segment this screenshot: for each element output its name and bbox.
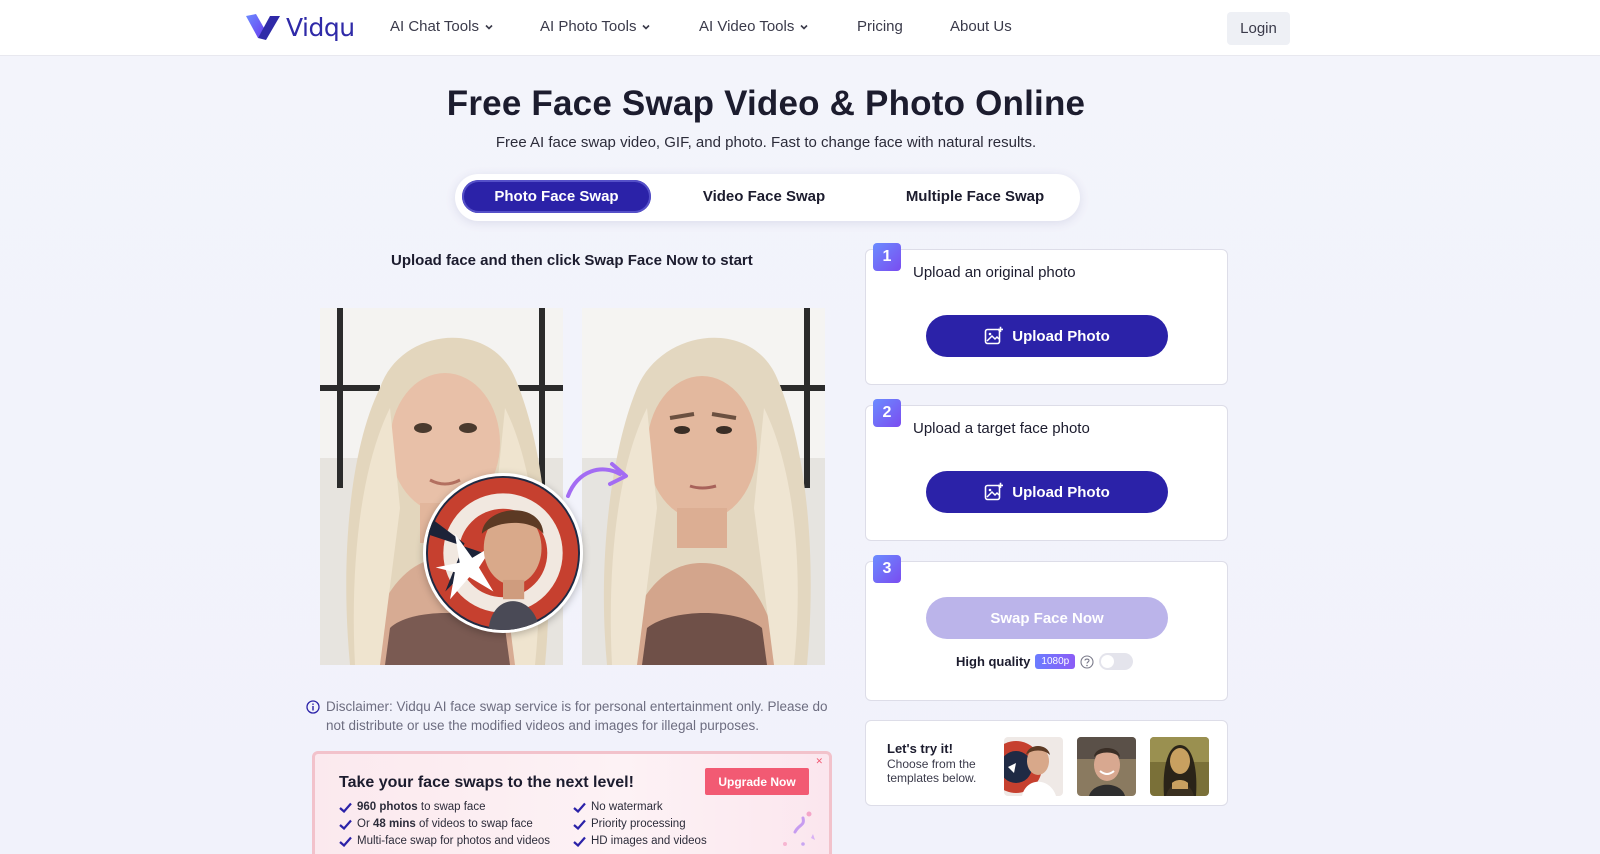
nav-label: AI Chat Tools bbox=[390, 18, 479, 35]
feature-priority: Priority processing bbox=[573, 818, 686, 830]
high-quality-row: High quality 1080p bbox=[956, 653, 1134, 670]
feature-text: No watermark bbox=[591, 801, 663, 813]
nav-label: Pricing bbox=[857, 18, 903, 35]
step-2-card: 2 Upload a target face photo Upload Phot… bbox=[865, 399, 1228, 541]
step-label: Upload a target face photo bbox=[913, 420, 1090, 437]
nav-ai-chat-tools[interactable]: AI Chat Tools bbox=[390, 18, 494, 35]
top-nav: Vidqu AI Chat Tools AI Photo Tools AI Vi… bbox=[0, 0, 1600, 56]
image-upload-icon bbox=[984, 326, 1004, 345]
chevron-down-icon bbox=[485, 24, 493, 30]
swap-face-now-button[interactable]: Swap Face Now bbox=[926, 597, 1168, 639]
resolution-badge: 1080p bbox=[1035, 654, 1076, 669]
nav-ai-video-tools[interactable]: AI Video Tools bbox=[699, 18, 809, 35]
page-subtitle: Free AI face swap video, GIF, and photo.… bbox=[495, 134, 1037, 151]
try-description: Choose from the templates below. bbox=[887, 757, 977, 785]
tab-video-face-swap[interactable]: Video Face Swap bbox=[669, 180, 859, 213]
image-upload-icon bbox=[984, 482, 1004, 501]
step-number: 1 bbox=[873, 243, 901, 271]
check-icon bbox=[573, 836, 586, 847]
step-number: 2 bbox=[873, 399, 901, 427]
face-swap-demo bbox=[320, 308, 825, 666]
nav-label: About Us bbox=[950, 18, 1012, 35]
try-title: Let's try it! bbox=[887, 741, 953, 756]
check-icon bbox=[339, 836, 352, 847]
feature-multi-face: Multi-face swap for photos and videos bbox=[339, 835, 550, 847]
upload-original-photo-button[interactable]: Upload Photo bbox=[926, 315, 1168, 357]
tab-photo-face-swap[interactable]: Photo Face Swap bbox=[462, 180, 651, 213]
nav-about-us[interactable]: About Us bbox=[950, 18, 1012, 35]
page-title: Free Face Swap Video & Photo Online bbox=[446, 84, 1086, 123]
nav-ai-photo-tools[interactable]: AI Photo Tools bbox=[540, 18, 651, 35]
upgrade-promo: Take your face swaps to the next level! … bbox=[312, 751, 832, 854]
feature-text: Priority processing bbox=[591, 818, 686, 830]
templates-card: Let's try it! Choose from the templates … bbox=[865, 720, 1228, 806]
step-number: 3 bbox=[873, 555, 901, 583]
feature-bold: 960 photos bbox=[357, 801, 418, 813]
chevron-down-icon bbox=[642, 24, 651, 30]
feature-no-watermark: No watermark bbox=[573, 801, 663, 813]
template-thumbnail[interactable] bbox=[1150, 737, 1209, 796]
upload-hint: Upload face and then click Swap Face Now… bbox=[391, 252, 753, 269]
vidqu-logo-icon bbox=[246, 14, 280, 40]
feature-photos: 960 photos to swap face bbox=[339, 801, 485, 813]
feature-hd: HD images and videos bbox=[573, 835, 707, 847]
feature-prefix: Or bbox=[357, 818, 373, 830]
brand-name: Vidqu bbox=[286, 12, 355, 42]
confetti-icon bbox=[783, 811, 815, 846]
feature-videos: Or 48 mins of videos to swap face bbox=[339, 818, 533, 830]
check-icon bbox=[573, 819, 586, 830]
step-3-card: 3 Swap Face Now High quality 1080p bbox=[865, 555, 1228, 701]
chevron-down-icon bbox=[800, 24, 808, 30]
feature-bold: 48 mins bbox=[372, 818, 416, 830]
nav-label: AI Photo Tools bbox=[540, 18, 637, 35]
disclaimer-text: Disclaimer: Vidqu AI face swap service i… bbox=[326, 699, 828, 733]
step-label: Upload an original photo bbox=[913, 264, 1076, 281]
help-icon[interactable] bbox=[1080, 654, 1094, 669]
swap-arrow-icon bbox=[566, 462, 628, 498]
nav-pricing[interactable]: Pricing bbox=[857, 18, 903, 35]
check-icon bbox=[339, 802, 352, 813]
info-icon bbox=[306, 700, 320, 714]
login-button[interactable]: Login bbox=[1227, 12, 1290, 45]
template-thumbnail[interactable] bbox=[1077, 737, 1136, 796]
feature-text: of videos to swap face bbox=[415, 818, 533, 830]
high-quality-toggle[interactable] bbox=[1099, 653, 1134, 670]
close-icon[interactable]: ✕ bbox=[815, 756, 823, 767]
button-label: Upload Photo bbox=[1012, 483, 1110, 501]
vidqu-logo[interactable]: Vidqu bbox=[244, 12, 355, 42]
high-quality-label: High quality bbox=[956, 654, 1031, 669]
upgrade-now-button[interactable]: Upgrade Now bbox=[705, 768, 809, 795]
check-icon bbox=[339, 819, 352, 830]
template-thumbnail[interactable] bbox=[1004, 737, 1063, 796]
feature-text: to swap face bbox=[417, 801, 486, 813]
promo-title: Take your face swaps to the next level! bbox=[339, 774, 634, 791]
upload-target-photo-button[interactable]: Upload Photo bbox=[926, 471, 1168, 513]
mode-tabs: Photo Face Swap Video Face Swap Multiple… bbox=[455, 174, 1080, 221]
disclaimer: Disclaimer: Vidqu AI face swap service i… bbox=[306, 697, 842, 735]
check-icon bbox=[573, 802, 586, 813]
step-1-card: 1 Upload an original photo Upload Photo bbox=[865, 243, 1228, 385]
button-label: Upload Photo bbox=[1012, 327, 1110, 345]
tab-multiple-face-swap[interactable]: Multiple Face Swap bbox=[875, 180, 1075, 213]
nav-label: AI Video Tools bbox=[699, 18, 795, 35]
feature-text: Multi-face swap for photos and videos bbox=[357, 835, 551, 847]
source-face-circle bbox=[423, 473, 583, 633]
feature-text: HD images and videos bbox=[591, 835, 707, 847]
